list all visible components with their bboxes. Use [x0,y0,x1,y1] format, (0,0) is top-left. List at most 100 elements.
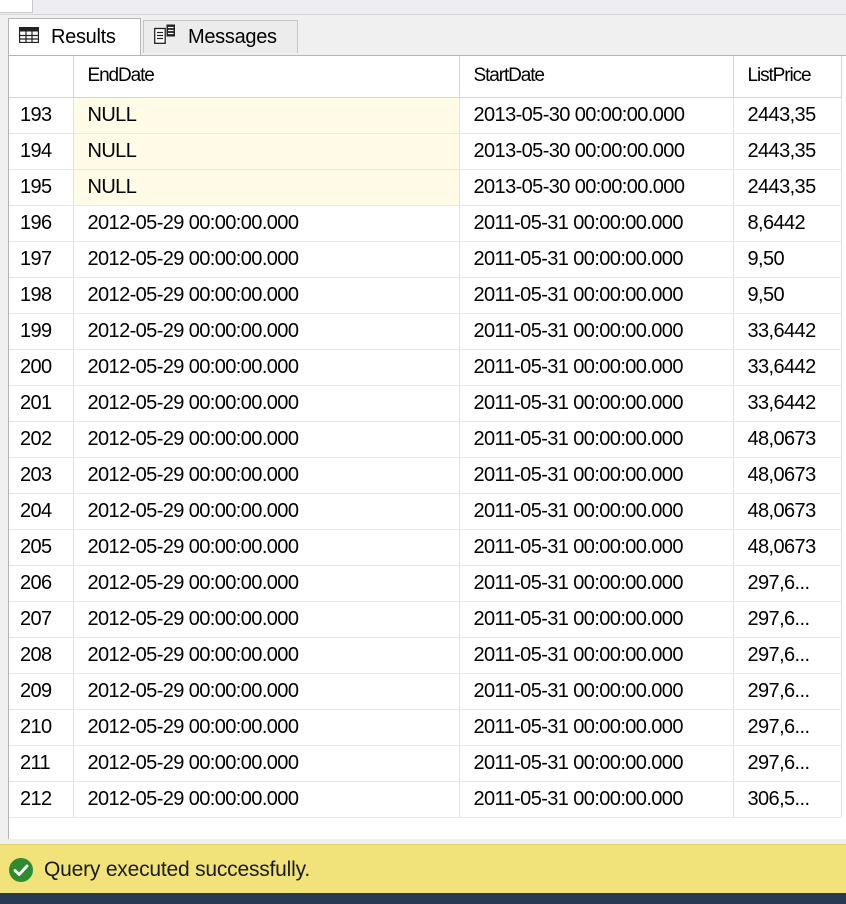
cell-enddate[interactable]: 2012-05-29 00:00:00.000 [73,349,460,386]
row-number-cell[interactable]: 211 [9,745,74,782]
row-number-cell[interactable]: 208 [9,637,74,674]
cell-listprice[interactable]: 8,6442 [733,205,842,242]
cell-startdate[interactable]: 2011-05-31 00:00:00.000 [459,673,734,710]
row-number-cell[interactable]: 205 [9,529,74,566]
cell-enddate[interactable]: 2012-05-29 00:00:00.000 [73,637,460,674]
table-row[interactable]: 204 2012-05-29 00:00:00.000 2011-05-31 00:… [9,493,842,530]
table-row[interactable]: 197 2012-05-29 00:00:00.000 2011-05-31 00:… [9,241,842,278]
table-row[interactable]: 211 2012-05-29 00:00:00.000 2011-05-31 00:… [9,745,842,782]
cell-enddate[interactable]: NULL [73,169,460,206]
cell-enddate[interactable]: 2012-05-29 00:00:00.000 [73,745,460,782]
row-number-cell[interactable]: 197 [9,241,74,278]
cell-listprice[interactable]: 33,6442 [733,385,842,422]
table-row[interactable]: 198 2012-05-29 00:00:00.000 2011-05-31 00:… [9,277,842,314]
table-row[interactable]: 207 2012-05-29 00:00:00.000 2011-05-31 00:… [9,601,842,638]
table-row[interactable]: 209 2012-05-29 00:00:00.000 2011-05-31 00:… [9,673,842,710]
row-number-cell[interactable]: 196 [9,205,74,242]
cell-listprice[interactable]: 33,6442 [733,349,842,386]
table-row[interactable]: 194 NULL 2013-05-30 00:00:00.000 2443,35 [9,133,842,170]
cell-enddate[interactable]: 2012-05-29 00:00:00.000 [73,421,460,458]
table-row[interactable]: 205 2012-05-29 00:00:00.000 2011-05-31 00:… [9,529,842,566]
table-row[interactable]: 206 2012-05-29 00:00:00.000 2011-05-31 00:… [9,565,842,602]
cell-startdate[interactable]: 2011-05-31 00:00:00.000 [459,205,734,242]
cell-startdate[interactable]: 2011-05-31 00:00:00.000 [459,745,734,782]
cell-listprice[interactable]: 9,50 [733,241,842,278]
table-row[interactable]: 202 2012-05-29 00:00:00.000 2011-05-31 00:… [9,421,842,458]
cell-startdate[interactable]: 2011-05-31 00:00:00.000 [459,781,734,818]
cell-startdate[interactable]: 2011-05-31 00:00:00.000 [459,601,734,638]
table-row[interactable]: 201 2012-05-29 00:00:00.000 2011-05-31 00:… [9,385,842,422]
table-row[interactable]: 212 2012-05-29 00:00:00.000 2011-05-31 00:… [9,781,842,818]
table-row[interactable]: 196 2012-05-29 00:00:00.000 2011-05-31 00:… [9,205,842,242]
cell-listprice[interactable]: 297,6... [733,709,842,746]
cell-startdate[interactable]: 2011-05-31 00:00:00.000 [459,529,734,566]
cell-startdate[interactable]: 2011-05-31 00:00:00.000 [459,457,734,494]
table-row[interactable]: 210 2012-05-29 00:00:00.000 2011-05-31 00:… [9,709,842,746]
cell-listprice[interactable]: 297,6... [733,565,842,602]
cell-listprice[interactable]: 297,6... [733,673,842,710]
row-number-cell[interactable]: 207 [9,601,74,638]
cell-listprice[interactable]: 297,6... [733,601,842,638]
results-grid[interactable]: EndDate StartDate ListPrice 193 NULL 2013-… [8,55,846,839]
cell-startdate[interactable]: 2013-05-30 00:00:00.000 [459,133,734,170]
table-row[interactable]: 200 2012-05-29 00:00:00.000 2011-05-31 00:… [9,349,842,386]
row-number-cell[interactable]: 212 [9,781,74,818]
cell-startdate[interactable]: 2011-05-31 00:00:00.000 [459,421,734,458]
row-number-cell[interactable]: 193 [9,97,74,134]
header-corner[interactable] [9,56,74,98]
column-header-enddate[interactable]: EndDate [73,56,460,98]
cell-startdate[interactable]: 2011-05-31 00:00:00.000 [459,241,734,278]
row-number-cell[interactable]: 195 [9,169,74,206]
cell-listprice[interactable]: 48,0673 [733,457,842,494]
row-number-cell[interactable]: 206 [9,565,74,602]
cell-listprice[interactable]: 48,0673 [733,529,842,566]
row-number-cell[interactable]: 210 [9,709,74,746]
table-row[interactable]: 203 2012-05-29 00:00:00.000 2011-05-31 00:… [9,457,842,494]
cell-startdate[interactable]: 2011-05-31 00:00:00.000 [459,349,734,386]
row-number-cell[interactable]: 194 [9,133,74,170]
cell-enddate[interactable]: 2012-05-29 00:00:00.000 [73,313,460,350]
row-number-cell[interactable]: 200 [9,349,74,386]
cell-enddate[interactable]: 2012-05-29 00:00:00.000 [73,205,460,242]
tab-messages[interactable]: Messages [143,20,298,53]
row-number-cell[interactable]: 201 [9,385,74,422]
cell-enddate[interactable]: 2012-05-29 00:00:00.000 [73,529,460,566]
cell-listprice[interactable]: 297,6... [733,637,842,674]
cell-enddate[interactable]: 2012-05-29 00:00:00.000 [73,277,460,314]
cell-listprice[interactable]: 48,0673 [733,421,842,458]
cell-listprice[interactable]: 2443,35 [733,169,842,206]
row-number-cell[interactable]: 202 [9,421,74,458]
cell-enddate[interactable]: 2012-05-29 00:00:00.000 [73,241,460,278]
table-row[interactable]: 199 2012-05-29 00:00:00.000 2011-05-31 00:… [9,313,842,350]
cell-enddate[interactable]: 2012-05-29 00:00:00.000 [73,673,460,710]
cell-enddate[interactable]: NULL [73,133,460,170]
cell-startdate[interactable]: 2011-05-31 00:00:00.000 [459,277,734,314]
cell-startdate[interactable]: 2011-05-31 00:00:00.000 [459,565,734,602]
cell-startdate[interactable]: 2013-05-30 00:00:00.000 [459,169,734,206]
cell-enddate[interactable]: 2012-05-29 00:00:00.000 [73,709,460,746]
table-row[interactable]: 208 2012-05-29 00:00:00.000 2011-05-31 00:… [9,637,842,674]
row-number-cell[interactable]: 203 [9,457,74,494]
cell-listprice[interactable]: 9,50 [733,277,842,314]
cell-listprice[interactable]: 33,6442 [733,313,842,350]
cell-enddate[interactable]: 2012-05-29 00:00:00.000 [73,457,460,494]
cell-startdate[interactable]: 2011-05-31 00:00:00.000 [459,709,734,746]
cell-listprice[interactable]: 48,0673 [733,493,842,530]
column-header-listprice[interactable]: ListPrice [733,56,842,98]
table-row[interactable]: 193 NULL 2013-05-30 00:00:00.000 2443,35 [9,97,842,134]
cell-listprice[interactable]: 2443,35 [733,133,842,170]
row-number-cell[interactable]: 199 [9,313,74,350]
cell-enddate[interactable]: 2012-05-29 00:00:00.000 [73,781,460,818]
cell-startdate[interactable]: 2011-05-31 00:00:00.000 [459,637,734,674]
cell-startdate[interactable]: 2011-05-31 00:00:00.000 [459,385,734,422]
cell-startdate[interactable]: 2013-05-30 00:00:00.000 [459,97,734,134]
cell-startdate[interactable]: 2011-05-31 00:00:00.000 [459,313,734,350]
cell-enddate[interactable]: 2012-05-29 00:00:00.000 [73,601,460,638]
row-number-cell[interactable]: 204 [9,493,74,530]
cell-enddate[interactable]: 2012-05-29 00:00:00.000 [73,565,460,602]
row-number-cell[interactable]: 198 [9,277,74,314]
tab-results[interactable]: Results [8,18,141,55]
table-row[interactable]: 195 NULL 2013-05-30 00:00:00.000 2443,35 [9,169,842,206]
cell-enddate[interactable]: NULL [73,97,460,134]
cell-startdate[interactable]: 2011-05-31 00:00:00.000 [459,493,734,530]
